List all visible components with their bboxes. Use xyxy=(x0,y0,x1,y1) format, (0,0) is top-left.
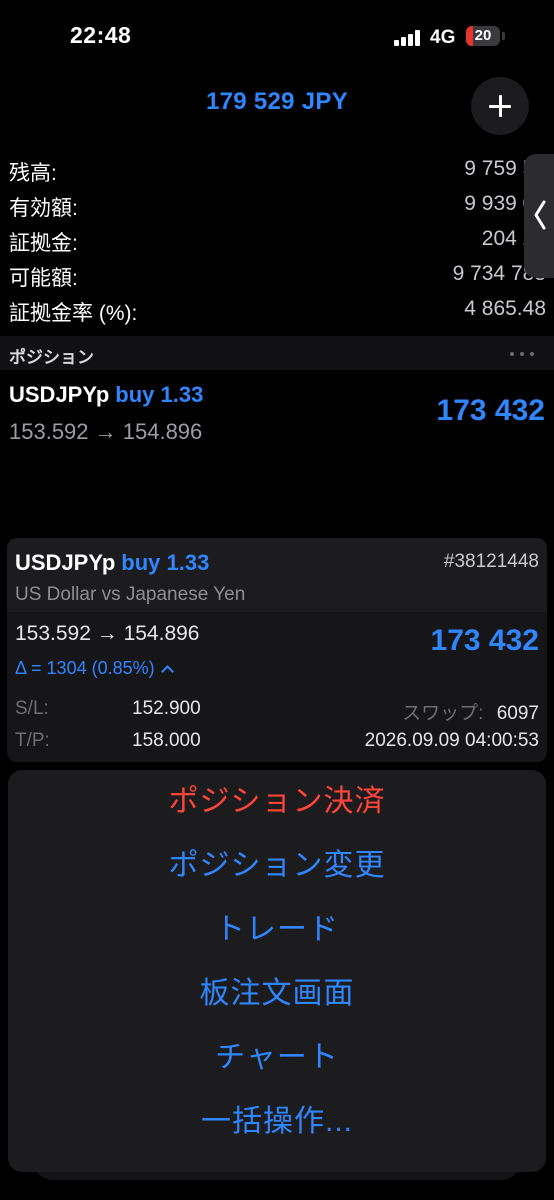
account-row-equity: 有効額: 9 939 06 xyxy=(0,187,554,222)
account-label: 証拠金: xyxy=(9,232,78,255)
sl-field: S/L: xyxy=(15,698,49,720)
account-label: 可能額: xyxy=(9,267,78,290)
swap-field: スワップ: 6097 xyxy=(402,698,539,725)
account-value: 4 865.48 xyxy=(464,297,546,320)
status-time: 22:48 xyxy=(70,22,132,48)
modify-position-button[interactable]: ポジション変更 xyxy=(8,836,546,896)
bulk-operations-button[interactable]: 一括操作... xyxy=(8,1092,546,1152)
account-row-margin: 証拠金: 204 27 xyxy=(0,222,554,257)
sl-label: S/L: xyxy=(15,698,49,719)
position-detail-card: USDJPYp buy 1.33 #38121448 US Dollar vs J… xyxy=(7,538,547,762)
side-panel-handle[interactable] xyxy=(524,154,554,278)
account-label: 有効額: xyxy=(9,197,78,220)
tp-field: T/P: xyxy=(15,730,50,752)
position-prices: 153.592 → 154.896 xyxy=(9,419,203,444)
trade-button[interactable]: トレード xyxy=(8,900,546,960)
account-row-balance: 残高: 9 759 53 xyxy=(0,152,554,187)
account-label: 証拠金率 (%): xyxy=(9,302,138,325)
open-time: 2026.09.09 04:00:53 xyxy=(364,730,539,751)
close-position-button[interactable]: ポジション決済 xyxy=(8,772,546,832)
battery-tip xyxy=(502,32,505,40)
tp-value: 158.000 xyxy=(132,730,201,751)
card-prices: 153.592 → 154.896 xyxy=(15,622,200,645)
delta-value: Δ = 1304 (0.85%) xyxy=(15,658,155,678)
swap-value: 6097 xyxy=(496,703,539,724)
card-action: buy 1.33 xyxy=(121,550,210,575)
tp-label: T/P: xyxy=(15,730,50,751)
account-label: 残高: xyxy=(9,162,57,185)
add-order-button[interactable] xyxy=(471,77,529,135)
tp-value-field: 158.000 xyxy=(132,730,201,752)
status-bar: 22:48 4G 20 xyxy=(0,0,554,76)
position-action: buy 1.33 xyxy=(115,382,204,407)
position-row[interactable]: USDJPYp buy 1.33 153.592 → 154.896 173 43… xyxy=(0,372,554,452)
sl-value-field: 152.900 xyxy=(132,698,201,720)
positions-header: ポジション xyxy=(0,336,554,370)
account-row-margin-level: 証拠金率 (%): 4 865.48 xyxy=(0,292,554,327)
card-header: USDJPYp buy 1.33 #38121448 US Dollar vs J… xyxy=(7,538,547,612)
card-symbol: USDJPYp xyxy=(15,550,116,575)
depth-of-market-button[interactable]: 板注文画面 xyxy=(8,964,546,1024)
swap-label: スワップ: xyxy=(402,703,484,724)
card-profit: 173 432 xyxy=(430,624,539,657)
account-row-free-margin: 可能額: 9 734 788 xyxy=(0,257,554,292)
position-title: USDJPYp buy 1.33 xyxy=(9,382,203,408)
card-title: USDJPYp buy 1.33 xyxy=(15,550,209,576)
battery-percent: 20 xyxy=(474,27,492,44)
card-ticket: #38121448 xyxy=(443,551,539,572)
chevron-left-icon xyxy=(534,200,546,230)
more-icon[interactable] xyxy=(510,352,540,358)
account-summary: 残高: 9 759 53 有効額: 9 939 06 証拠金: 204 27 可… xyxy=(0,152,554,327)
open-time-field: 2026.09.09 04:00:53 xyxy=(365,730,539,752)
position-profit: 173 432 xyxy=(436,394,545,427)
cellular-signal-icon xyxy=(394,30,424,46)
position-symbol: USDJPYp xyxy=(9,382,110,407)
chevron-up-icon xyxy=(160,665,174,678)
sl-value: 152.900 xyxy=(132,698,201,719)
action-sheet: ポジション決済 ポジション変更 トレード 板注文画面 チャート 一括操作... xyxy=(8,770,546,1172)
chart-button[interactable]: チャート xyxy=(8,1028,546,1088)
network-type: 4G xyxy=(430,27,456,48)
card-body: 153.592 → 154.896 173 432 Δ = 1304 (0.85… xyxy=(7,612,547,762)
card-delta[interactable]: Δ = 1304 (0.85%) xyxy=(15,658,174,679)
card-description: US Dollar vs Japanese Yen xyxy=(15,584,246,605)
battery-icon: 20 xyxy=(466,26,500,46)
positions-title: ポジション xyxy=(9,348,94,367)
